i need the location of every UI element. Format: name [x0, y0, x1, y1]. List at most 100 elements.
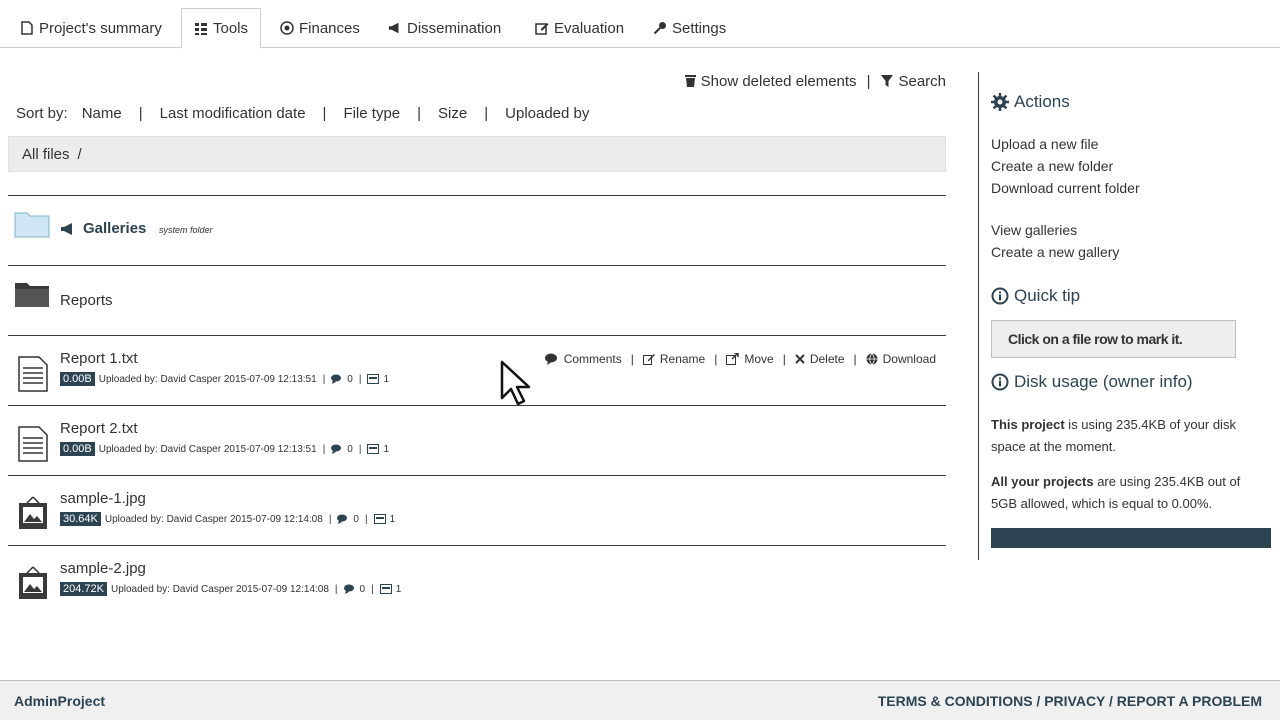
info-icon [991, 287, 1009, 305]
file-meta: 30.64K Uploaded by: David Casper 2015-07… [60, 512, 395, 526]
footer: AdminProject TERMS & CONDITIONS / PRIVAC… [0, 680, 1280, 720]
file-name: Report 1.txt [60, 350, 138, 367]
actions-title: Actions [1014, 92, 1070, 111]
file-row[interactable]: Report 1.txt 0.00B Uploaded by: David Ca… [8, 336, 946, 404]
sort-by-name[interactable]: Name [82, 105, 122, 122]
file-size-badge: 30.64K [60, 512, 101, 526]
divider: | [364, 513, 368, 525]
divider: | [322, 373, 326, 385]
file-row[interactable]: sample-2.jpg 204.72K Uploaded by: David … [8, 546, 946, 614]
download-folder-link[interactable]: Download current folder [991, 180, 1140, 196]
view-count: 1 [395, 583, 402, 595]
file-row-actions: Comments | Rename | Move | Delete | Down… [544, 352, 936, 366]
sort-by-size[interactable]: Size [438, 105, 467, 122]
file-name: sample-2.jpg [60, 560, 146, 577]
actions-heading: Actions [991, 92, 1070, 112]
download-label: Download [882, 352, 936, 366]
delete-button[interactable]: Delete [795, 352, 845, 366]
views-icon [373, 514, 386, 524]
move-button[interactable]: Move [726, 352, 774, 366]
breadcrumb-separator: / [77, 145, 82, 163]
divider: | [866, 72, 871, 90]
divider: | [322, 104, 327, 122]
globe-icon [866, 353, 878, 365]
show-deleted-button[interactable]: Show deleted elements [684, 73, 857, 90]
comments-icon [343, 584, 354, 594]
sidebar: Actions Upload a new file Create a new f… [978, 72, 1278, 560]
breadcrumb-root[interactable]: All files [22, 146, 70, 163]
comments-icon [331, 444, 342, 454]
comments-button[interactable]: Comments [544, 352, 622, 366]
view-galleries-link[interactable]: View galleries [991, 222, 1077, 238]
footer-brand[interactable]: AdminProject [14, 693, 105, 709]
uploaded-info: Uploaded by: David Casper 2015-07-09 12:… [98, 443, 317, 455]
file-size-badge: 0.00B [60, 442, 95, 456]
sort-label: Sort by: [16, 104, 68, 122]
tab-evaluation[interactable]: Evaluation [523, 8, 636, 48]
tab-tools[interactable]: Tools [181, 8, 262, 49]
comments-label: Comments [563, 352, 622, 366]
folder-row-galleries[interactable]: Galleries system folder [8, 196, 946, 264]
file-name: Report 2.txt [60, 420, 138, 437]
show-deleted-label: Show deleted elements [700, 72, 857, 90]
file-size-badge: 204.72K [60, 582, 107, 596]
delete-label: Delete [809, 352, 845, 366]
footer-links[interactable]: TERMS & CONDITIONS / PRIVACY / REPORT A … [878, 693, 1262, 709]
search-label: Search [898, 72, 946, 90]
uploaded-info: Uploaded by: David Casper 2015-07-09 12:… [104, 513, 323, 525]
project-usage-text: This project is using 235.4KB of your di… [991, 414, 1263, 458]
key-icon [653, 21, 667, 35]
mouse-cursor-icon [500, 360, 531, 406]
tab-settings[interactable]: Settings [641, 8, 738, 48]
breadcrumb: All files / [8, 136, 946, 172]
tab-label: Project's summary [39, 19, 162, 37]
document-icon [20, 21, 34, 35]
tab-finances[interactable]: Finances [268, 8, 372, 48]
rename-label: Rename [659, 352, 706, 366]
megaphone-icon [388, 21, 402, 35]
upload-file-link[interactable]: Upload a new file [991, 136, 1098, 152]
sort-by-uploader[interactable]: Uploaded by [505, 105, 589, 122]
view-count: 1 [383, 443, 390, 455]
file-row[interactable]: sample-1.jpg 30.64K Uploaded by: David C… [8, 476, 946, 544]
tab-label: Evaluation [554, 19, 625, 37]
sort-by-date[interactable]: Last modification date [160, 105, 306, 122]
folder-name: Reports [60, 292, 113, 309]
divider: | [138, 104, 143, 122]
file-size-badge: 0.00B [60, 372, 95, 386]
close-icon [795, 354, 805, 364]
folder-row-reports[interactable]: Reports [8, 266, 946, 334]
sort-bar: Sort by: Name | Last modification date |… [16, 102, 589, 124]
all-usage-bold: All your projects [991, 474, 1094, 489]
quick-tip-text: Click on a file row to mark it. [1008, 331, 1183, 347]
create-gallery-link[interactable]: Create a new gallery [991, 244, 1119, 260]
divider: | [322, 443, 326, 455]
tab-label: Finances [299, 19, 360, 37]
divider: | [371, 583, 374, 595]
search-button[interactable]: Search [880, 73, 946, 90]
grid-icon [194, 22, 208, 36]
file-row[interactable]: Report 2.txt 0.00B Uploaded by: David Ca… [8, 406, 946, 474]
divider: | [484, 104, 489, 122]
file-meta: 0.00B Uploaded by: David Casper 2015-07-… [60, 442, 389, 456]
sort-by-type[interactable]: File type [343, 105, 400, 122]
quick-tip-heading: Quick tip [991, 286, 1080, 306]
tab-label: Tools [213, 20, 249, 37]
tab-dissemination[interactable]: Dissemination [376, 8, 513, 48]
create-folder-link[interactable]: Create a new folder [991, 158, 1113, 174]
quick-tip-title: Quick tip [1014, 286, 1081, 305]
folder-name: Galleries [83, 220, 147, 237]
info-icon [991, 373, 1009, 391]
rename-button[interactable]: Rename [642, 352, 706, 366]
tab-bar: Project's summary Tools Finances Dissemi… [0, 0, 1280, 49]
system-folder-tag: system folder [159, 225, 213, 235]
tab-projects-summary[interactable]: Project's summary [8, 8, 174, 48]
image-file-icon [19, 496, 47, 529]
comment-count: 0 [347, 373, 353, 385]
folder-icon [15, 283, 49, 307]
tab-label: Dissemination [407, 19, 502, 37]
tab-label: Settings [672, 19, 727, 37]
divider: | [782, 352, 786, 366]
views-icon [367, 444, 380, 454]
download-button[interactable]: Download [866, 352, 936, 366]
